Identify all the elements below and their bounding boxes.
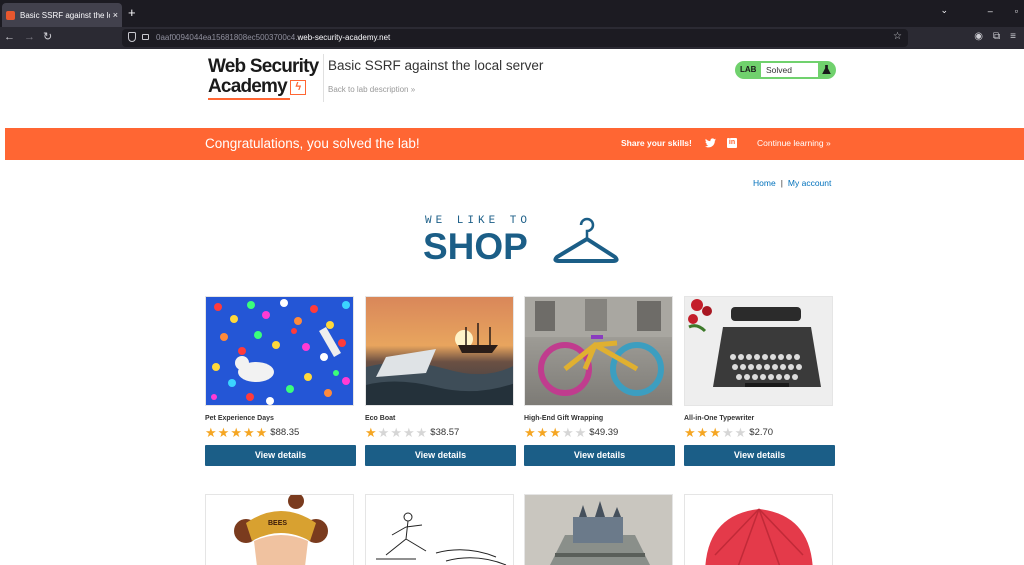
logo-underline (208, 98, 290, 100)
star-icon: ★ (549, 424, 561, 440)
nav-separator: | (780, 178, 783, 188)
product-name: High-End Gift Wrapping (524, 415, 604, 422)
linkedin-icon[interactable]: in (727, 138, 737, 148)
star-icon: ★ (561, 424, 574, 440)
product-card: Eco Boat ★ ★ ★ ★ ★ $38.57 View details (365, 296, 516, 466)
view-details-button[interactable]: View details (524, 445, 675, 466)
product-price: $2.70 (749, 426, 774, 438)
back-icon[interactable]: ← (4, 31, 15, 43)
product-image[interactable] (524, 494, 673, 565)
product-image[interactable] (684, 494, 833, 565)
home-link[interactable]: Home (753, 178, 776, 188)
page-content: Web Security Academy ϟ Basic SSRF against… (5, 49, 1024, 565)
tab-list-chevron-icon[interactable]: ⌄ (940, 5, 948, 16)
lab-label: LAB (740, 65, 757, 74)
share-label: Share your skills! (621, 138, 692, 148)
minimize-icon[interactable]: – (988, 6, 993, 16)
view-details-button[interactable]: View details (205, 445, 356, 466)
browser-nav-bar: ← → ↻ 0aaf0094044ea15681808ec5003700c4.w… (0, 27, 1024, 49)
product-name: Pet Experience Days (205, 415, 274, 422)
bolt-icon: ϟ (289, 79, 306, 95)
url-text[interactable]: 0aaf0094044ea15681808ec5003700c4.web-sec… (156, 33, 390, 42)
star-icon: ★ (415, 424, 428, 440)
header-divider (323, 54, 324, 102)
star-icon: ★ (217, 424, 230, 440)
continue-learning-link[interactable]: Continue learning » (757, 138, 831, 148)
product-name: Eco Boat (365, 415, 396, 422)
star-icon: ★ (536, 424, 549, 440)
product-image[interactable]: BEES (205, 494, 354, 565)
banner-message: Congratulations, you solved the lab! (205, 136, 420, 151)
favicon-icon (6, 10, 15, 20)
twitter-icon[interactable] (705, 138, 716, 148)
product-price: $88.35 (270, 426, 300, 438)
product-name: All-in-One Typewriter (684, 415, 755, 422)
product-price: $38.57 (430, 426, 460, 438)
hanger-icon (553, 217, 619, 263)
address-bar[interactable]: 0aaf0094044ea15681808ec5003700c4.web-sec… (122, 29, 908, 47)
reload-icon[interactable]: ↻ (43, 31, 52, 43)
bookmark-star-icon[interactable]: ☆ (893, 31, 902, 42)
new-tab-button[interactable]: + (128, 6, 136, 20)
browser-tab-bar: Basic SSRF against the lo × + ⌄ – ▫ (0, 0, 1024, 27)
lock-icon[interactable] (142, 34, 149, 40)
tab-close-button[interactable]: × (113, 10, 118, 20)
star-icon: ★ (721, 424, 734, 440)
svg-text:BEES: BEES (268, 520, 287, 527)
browser-tab[interactable]: Basic SSRF against the lo × (2, 3, 122, 27)
view-details-button[interactable]: View details (365, 445, 516, 466)
product-card: All-in-One Typewriter ★ ★ ★ ★ ★ $2.70 View d… (684, 296, 835, 466)
product-card: Pet Experience Days ★ ★ ★ ★ ★ $88.35 View de… (205, 296, 356, 466)
product-image[interactable] (684, 296, 833, 406)
web-security-academy-logo[interactable]: Web Security Academy ϟ (208, 57, 320, 103)
product-image[interactable] (365, 494, 514, 565)
flask-icon (822, 65, 831, 75)
star-icon: ★ (377, 424, 390, 440)
product-rating: ★ ★ ★ ★ ★ $88.35 (205, 425, 356, 439)
lab-status-text: Solved (761, 63, 818, 77)
lab-status-badge: LAB Solved (735, 61, 836, 79)
extensions-icon[interactable]: ⧉ (993, 31, 1000, 42)
star-icon: ★ (255, 424, 268, 440)
window-controls: ⌄ – ▫ (940, 5, 1018, 16)
star-icon: ★ (696, 424, 709, 440)
star-icon: ★ (709, 424, 721, 440)
product-price: $49.39 (589, 426, 619, 438)
product-image[interactable] (524, 296, 673, 406)
star-icon: ★ (230, 424, 242, 440)
star-icon: ★ (524, 424, 536, 440)
star-icon: ★ (205, 424, 217, 440)
product-rating: ★ ★ ★ ★ ★ $49.39 (524, 425, 675, 439)
menu-icon[interactable]: ≡ (1010, 31, 1016, 42)
product-image[interactable] (205, 296, 354, 406)
star-icon: ★ (402, 424, 415, 440)
product-rating: ★ ★ ★ ★ ★ $38.57 (365, 425, 516, 439)
product-card: High-End Gift Wrapping ★ ★ ★ ★ ★ $49.39 View… (524, 296, 675, 466)
forward-icon[interactable]: → (24, 31, 35, 43)
account-icon[interactable]: ◉ (974, 31, 983, 42)
top-nav: Home | My account (753, 178, 831, 188)
hero-title: SHOP (423, 226, 528, 267)
restore-icon[interactable]: ▫ (1015, 6, 1018, 16)
shop-hero-logo: WE LIKE TO SHOP (423, 215, 623, 271)
product-rating: ★ ★ ★ ★ ★ $2.70 (684, 425, 835, 439)
congratulations-banner: Congratulations, you solved the lab! Sha… (5, 128, 1024, 160)
my-account-link[interactable]: My account (788, 178, 831, 188)
star-icon: ★ (365, 424, 377, 440)
star-icon: ★ (574, 424, 587, 440)
lab-title: Basic SSRF against the local server (328, 58, 544, 73)
view-details-button[interactable]: View details (684, 445, 835, 466)
shield-icon[interactable] (128, 32, 136, 42)
toolbar-right: ◉ ⧉ ≡ (974, 31, 1016, 42)
star-icon: ★ (684, 424, 696, 440)
tab-title: Basic SSRF against the lo (20, 10, 110, 20)
star-icon: ★ (242, 424, 255, 440)
back-to-lab-description-link[interactable]: Back to lab description » (328, 85, 415, 94)
product-image[interactable] (365, 296, 514, 406)
star-icon: ★ (734, 424, 747, 440)
star-icon: ★ (390, 424, 402, 440)
